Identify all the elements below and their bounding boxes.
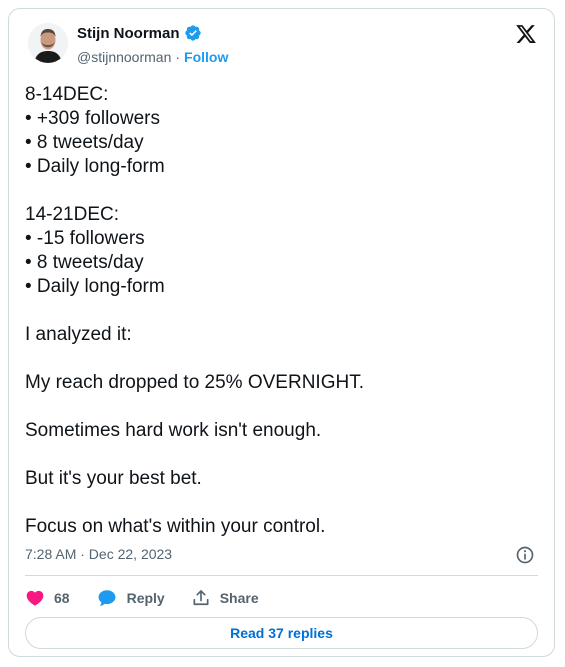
tweet-timestamp[interactable]: 7:28 AM · Dec 22, 2023 bbox=[25, 546, 172, 562]
like-button[interactable]: 68 bbox=[25, 588, 70, 608]
action-bar: 68 Reply Share bbox=[25, 587, 285, 609]
tweet-line: My reach dropped to 25% OVERNIGHT. bbox=[25, 372, 364, 393]
info-icon[interactable] bbox=[515, 545, 535, 565]
tweet-line: • +309 followers bbox=[25, 108, 160, 129]
share-label: Share bbox=[219, 590, 259, 606]
read-replies-button[interactable]: Read 37 replies bbox=[25, 617, 538, 649]
author-name-row: Stijn Noorman bbox=[77, 24, 202, 42]
tweet-line: • -15 followers bbox=[25, 228, 145, 249]
x-logo-icon[interactable] bbox=[515, 23, 537, 45]
reply-button[interactable]: Reply bbox=[96, 587, 165, 609]
reply-label: Reply bbox=[126, 590, 165, 606]
tweet-line: 8-14DEC: bbox=[25, 84, 109, 105]
heart-icon bbox=[26, 590, 44, 606]
tweet-line: • Daily long-form bbox=[25, 156, 165, 177]
author-handle-row: @stijnnoorman · Follow bbox=[77, 49, 228, 65]
tweet-line: 14-21DEC: bbox=[25, 204, 119, 225]
likes-count: 68 bbox=[54, 590, 70, 606]
divider bbox=[25, 575, 538, 576]
tweet-line: Sometimes hard work isn't enough. bbox=[25, 420, 322, 441]
tweet-text: 8-14DEC: • +309 followers • 8 tweets/day • … bbox=[25, 83, 540, 539]
tweet-card: Stijn Noorman @stijnnoorman · Follow 8-1… bbox=[8, 8, 555, 657]
follow-button[interactable]: Follow bbox=[184, 49, 228, 65]
tweet-line: • Daily long-form bbox=[25, 276, 165, 297]
author-name[interactable]: Stijn Noorman bbox=[77, 25, 180, 42]
separator-dot: · bbox=[175, 49, 181, 65]
tweet-line: I analyzed it: bbox=[25, 324, 132, 345]
share-upload-icon bbox=[193, 590, 209, 606]
verified-badge-icon bbox=[184, 24, 202, 42]
speech-bubble-icon bbox=[98, 590, 116, 606]
tweet-line: Focus on what's within your control. bbox=[25, 516, 326, 537]
avatar-portrait bbox=[28, 23, 68, 63]
tweet-line: • 8 tweets/day bbox=[25, 252, 144, 273]
tweet-line: • 8 tweets/day bbox=[25, 132, 144, 153]
share-button[interactable]: Share bbox=[191, 588, 259, 608]
tweet-line: But it's your best bet. bbox=[25, 468, 202, 489]
author-handle[interactable]: @stijnnoorman bbox=[77, 49, 171, 65]
avatar[interactable] bbox=[28, 23, 68, 63]
